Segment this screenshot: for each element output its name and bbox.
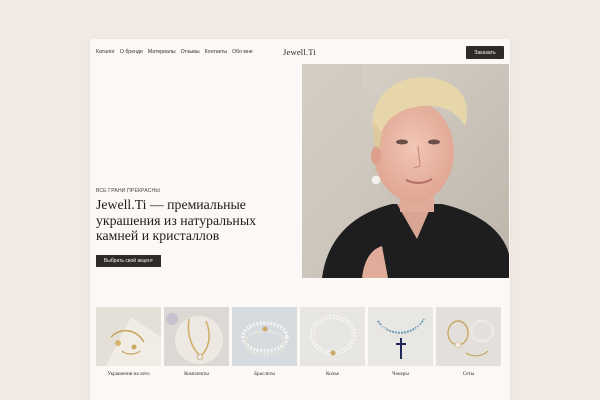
category-card[interactable]: Колье [300,307,365,377]
landing-page: Каталог О бренде Материалы Отзывы Контак… [90,39,510,400]
category-label: Колье [326,371,339,377]
category-image [232,307,297,366]
hero-portrait-photo [302,64,509,278]
nav-link-about-me[interactable]: Обо мне [232,49,253,55]
nav-links: Каталог О бренде Материалы Отзывы Контак… [96,49,253,55]
category-image [300,307,365,366]
site-logo[interactable]: Jewell.Ti [283,47,316,57]
order-button[interactable]: Заказать [466,46,504,59]
category-label: Чокеры [392,371,409,377]
category-label: Сеты [462,371,475,377]
category-image [96,307,161,366]
category-card[interactable]: Комплекты [164,307,229,377]
top-navigation: Каталог О бренде Материалы Отзывы Контак… [90,39,510,65]
category-card[interactable]: Чокеры [368,307,433,377]
hero-eyebrow: ВСЕ ГРАНИ ПРЕКРАСНЫ [96,188,160,194]
hero-headline: Jewell.Ti — премиальные украшения из нат… [96,197,256,243]
category-card[interactable]: Браслеты [232,307,297,377]
nav-link-catalog[interactable]: Каталог [96,49,115,55]
category-label: Браслеты [254,371,275,377]
nav-link-reviews[interactable]: Отзывы [181,49,200,55]
nav-link-materials[interactable]: Материалы [148,49,176,55]
category-label: Комплекты [184,371,209,377]
category-card[interactable]: Сеты [436,307,501,377]
category-card[interactable]: Украшения на лето [96,307,161,377]
category-image [368,307,433,366]
nav-link-about-brand[interactable]: О бренде [120,49,143,55]
category-image [436,307,501,366]
nav-link-contacts[interactable]: Контакты [205,49,227,55]
category-label: Украшения на лето [107,371,150,377]
category-grid: Украшения на лето Комплекты Браслеты Кол… [96,307,501,377]
choose-accent-button[interactable]: Выбрать свой акцент [96,255,161,267]
category-image [164,307,229,366]
